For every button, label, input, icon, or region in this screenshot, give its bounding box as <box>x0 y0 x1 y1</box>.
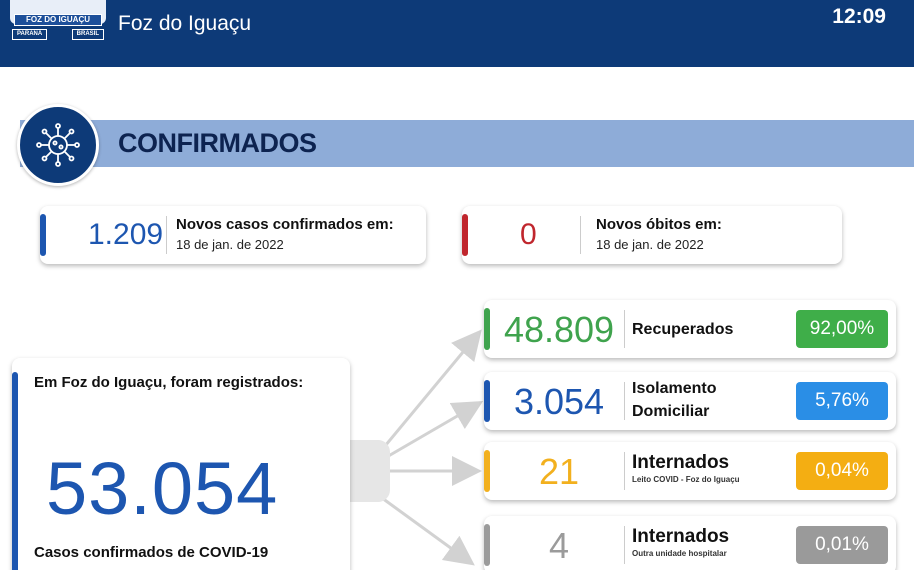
stat-sublabel: Leito COVID - Foz do Iguaçu <box>632 475 740 484</box>
divider <box>624 310 625 348</box>
divider <box>624 452 625 490</box>
stat-percent: 5,76% <box>796 382 888 420</box>
stat-accent <box>484 380 490 422</box>
total-intro: Em Foz do Iguaçu, foram registrados: <box>34 374 304 391</box>
stat-accent <box>484 450 490 492</box>
flow-connector <box>348 440 390 502</box>
stat-accent <box>484 524 490 566</box>
stat-value: 3.054 <box>513 381 605 422</box>
total-accent <box>12 372 18 570</box>
stat-percent: 0,04% <box>796 452 888 490</box>
stat-value: 21 <box>538 451 580 492</box>
divider <box>624 526 625 564</box>
stat-label-line2: Domiciliar <box>632 403 710 420</box>
stat-percent: 92,00% <box>796 310 888 348</box>
stat-sublabel: Outra unidade hospitalar <box>632 549 727 558</box>
total-cases-card: Em Foz do Iguaçu, foram registrados: 53.… <box>12 358 350 570</box>
total-value: 53.054 <box>46 447 279 530</box>
stat-label: Internados <box>632 526 730 547</box>
stat-row-hospitalized-other: 4 Internados Outra unidade hospitalar 0,… <box>484 516 896 570</box>
total-caption: Casos confirmados de COVID-19 <box>34 544 269 561</box>
stat-accent <box>484 308 490 350</box>
stat-label: Internados <box>632 452 730 473</box>
stat-row-recovered: 48.809 Recuperados 92,00% <box>484 300 896 358</box>
stat-label: Isolamento <box>632 380 717 397</box>
stat-percent: 0,01% <box>796 526 888 564</box>
stat-value: 48.809 <box>503 309 615 350</box>
stat-label: Recuperados <box>632 321 734 338</box>
divider <box>624 382 625 420</box>
stat-row-hospitalized-local: 21 Internados Leito COVID - Foz do Iguaç… <box>484 442 896 500</box>
stat-value: 4 <box>548 525 570 566</box>
stat-row-home-isolation: 3.054 Isolamento Domiciliar 5,76% <box>484 372 896 430</box>
